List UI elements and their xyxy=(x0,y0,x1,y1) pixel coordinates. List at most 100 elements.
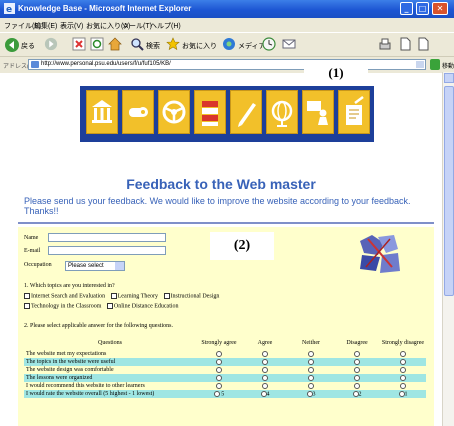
home-button[interactable] xyxy=(108,37,122,51)
hand-writing-icon[interactable] xyxy=(338,90,370,134)
chevron-down-icon[interactable] xyxy=(416,61,424,68)
question-cell: The website met my expectations xyxy=(24,350,196,358)
column-header: Strongly agree xyxy=(196,336,242,350)
menu-help[interactable]: ヘルプ(H) xyxy=(150,21,181,31)
history-button[interactable] xyxy=(262,37,276,51)
globe-icon[interactable] xyxy=(266,90,298,134)
forward-arrow-icon xyxy=(44,37,58,51)
books-icon[interactable] xyxy=(194,90,226,134)
email-input[interactable] xyxy=(48,246,166,255)
column-header: Questions xyxy=(24,336,196,350)
radio-button[interactable] xyxy=(262,350,268,357)
forward-button[interactable] xyxy=(44,37,58,51)
menu-tools[interactable]: ツール(T) xyxy=(122,21,152,31)
puzzle-illustration-icon xyxy=(360,235,400,273)
radio-button[interactable] xyxy=(400,374,406,381)
building-icon[interactable] xyxy=(86,90,118,134)
radio-button[interactable] xyxy=(354,374,360,381)
search-button[interactable] xyxy=(130,37,144,51)
search-label: 検索 xyxy=(146,43,160,50)
radio-button[interactable] xyxy=(354,366,360,373)
survey-table: Questions Strongly agree Agree Neither D… xyxy=(24,336,426,398)
radio-button[interactable] xyxy=(354,350,360,357)
pen-icon[interactable] xyxy=(230,90,262,134)
discuss-button[interactable] xyxy=(416,37,430,51)
pen-glyph xyxy=(238,103,256,127)
menu-view[interactable]: 表示(V) xyxy=(60,21,83,31)
radio-button[interactable] xyxy=(216,350,222,357)
checkbox-instructional-design[interactable] xyxy=(163,293,170,299)
chevron-down-icon[interactable] xyxy=(115,262,124,270)
maximize-button[interactable]: □ xyxy=(416,2,429,15)
go-arrow-icon[interactable] xyxy=(430,59,440,70)
checkbox-technology-classroom[interactable] xyxy=(24,303,30,309)
teacher-icon[interactable] xyxy=(302,90,334,134)
occupation-select[interactable]: Please select xyxy=(65,261,125,271)
site-banner xyxy=(80,80,374,148)
close-button[interactable]: ✕ xyxy=(432,2,448,15)
name-input[interactable] xyxy=(48,233,166,242)
teacher-glyph xyxy=(307,101,328,125)
scroll-thumb[interactable] xyxy=(444,86,454,296)
home-icon xyxy=(108,37,122,51)
question-cell: I would recommend this website to other … xyxy=(24,382,196,390)
back-button[interactable] xyxy=(4,37,20,53)
radio-button[interactable] xyxy=(262,374,268,381)
table-row: The website design was comfortable xyxy=(24,366,426,374)
radio-button[interactable] xyxy=(308,382,314,389)
internet-explorer-icon: e xyxy=(4,3,15,14)
radio-button[interactable] xyxy=(400,366,406,373)
topic-label: Internet Search and Evaluation xyxy=(31,293,106,300)
radio-button[interactable] xyxy=(216,358,222,365)
print-button[interactable] xyxy=(378,37,392,51)
edit-button[interactable] xyxy=(398,37,412,51)
checkbox-internet-search[interactable] xyxy=(24,293,30,299)
q2-text: 2. Please select applicable answer for t… xyxy=(24,323,173,329)
radio-button[interactable] xyxy=(400,382,406,389)
menu-edit[interactable]: 編集(E) xyxy=(34,21,57,31)
radio-button[interactable] xyxy=(216,366,222,373)
mail-button[interactable] xyxy=(282,37,296,51)
radio-button[interactable] xyxy=(262,358,268,365)
intro-text: Please send us your feedback. We would l… xyxy=(24,196,411,216)
media-button[interactable] xyxy=(222,37,236,51)
stop-button[interactable] xyxy=(72,37,86,51)
radio-button[interactable] xyxy=(400,358,406,365)
radio-button[interactable] xyxy=(354,358,360,365)
whistle-icon[interactable] xyxy=(122,90,154,134)
scroll-up-icon[interactable] xyxy=(444,73,454,83)
checkbox-online-distance[interactable] xyxy=(106,303,113,309)
star-icon xyxy=(166,37,180,51)
search-icon xyxy=(131,38,144,51)
globe-glyph xyxy=(271,100,293,127)
radio-button[interactable] xyxy=(308,358,314,365)
favorites-button[interactable] xyxy=(166,37,180,51)
topic-label: Online Distance Education xyxy=(113,303,179,310)
radio-button[interactable] xyxy=(308,374,314,381)
whistle-glyph xyxy=(129,107,148,117)
refresh-button[interactable] xyxy=(90,37,104,51)
radio-button[interactable] xyxy=(354,382,360,389)
topics-row-1: Internet Search and Evaluation Learning … xyxy=(24,293,219,299)
radio-button[interactable] xyxy=(400,350,406,357)
radio-button[interactable] xyxy=(213,390,220,397)
refresh-icon xyxy=(90,37,104,51)
radio-button[interactable] xyxy=(262,366,268,373)
vertical-scrollbar[interactable] xyxy=(442,72,454,426)
go-button-label[interactable]: 移動 xyxy=(442,61,454,70)
back-arrow-icon xyxy=(5,38,19,52)
checkbox-learning-theory[interactable] xyxy=(110,293,117,299)
column-header: Neither xyxy=(288,336,334,350)
radio-button[interactable] xyxy=(216,382,222,389)
column-header: Strongly disagree xyxy=(380,336,426,350)
rating-option-label: 4 xyxy=(266,391,270,398)
radio-button[interactable] xyxy=(216,374,222,381)
page-title: Feedback to the Web master xyxy=(126,176,316,192)
minimize-button[interactable]: _ xyxy=(400,2,413,15)
steering-wheel-icon[interactable] xyxy=(158,90,190,134)
radio-button[interactable] xyxy=(308,366,314,373)
rating-option-label: 1 xyxy=(404,391,408,398)
radio-button[interactable] xyxy=(262,382,268,389)
radio-button[interactable] xyxy=(308,350,314,357)
occupation-label: Occupation xyxy=(24,262,52,268)
